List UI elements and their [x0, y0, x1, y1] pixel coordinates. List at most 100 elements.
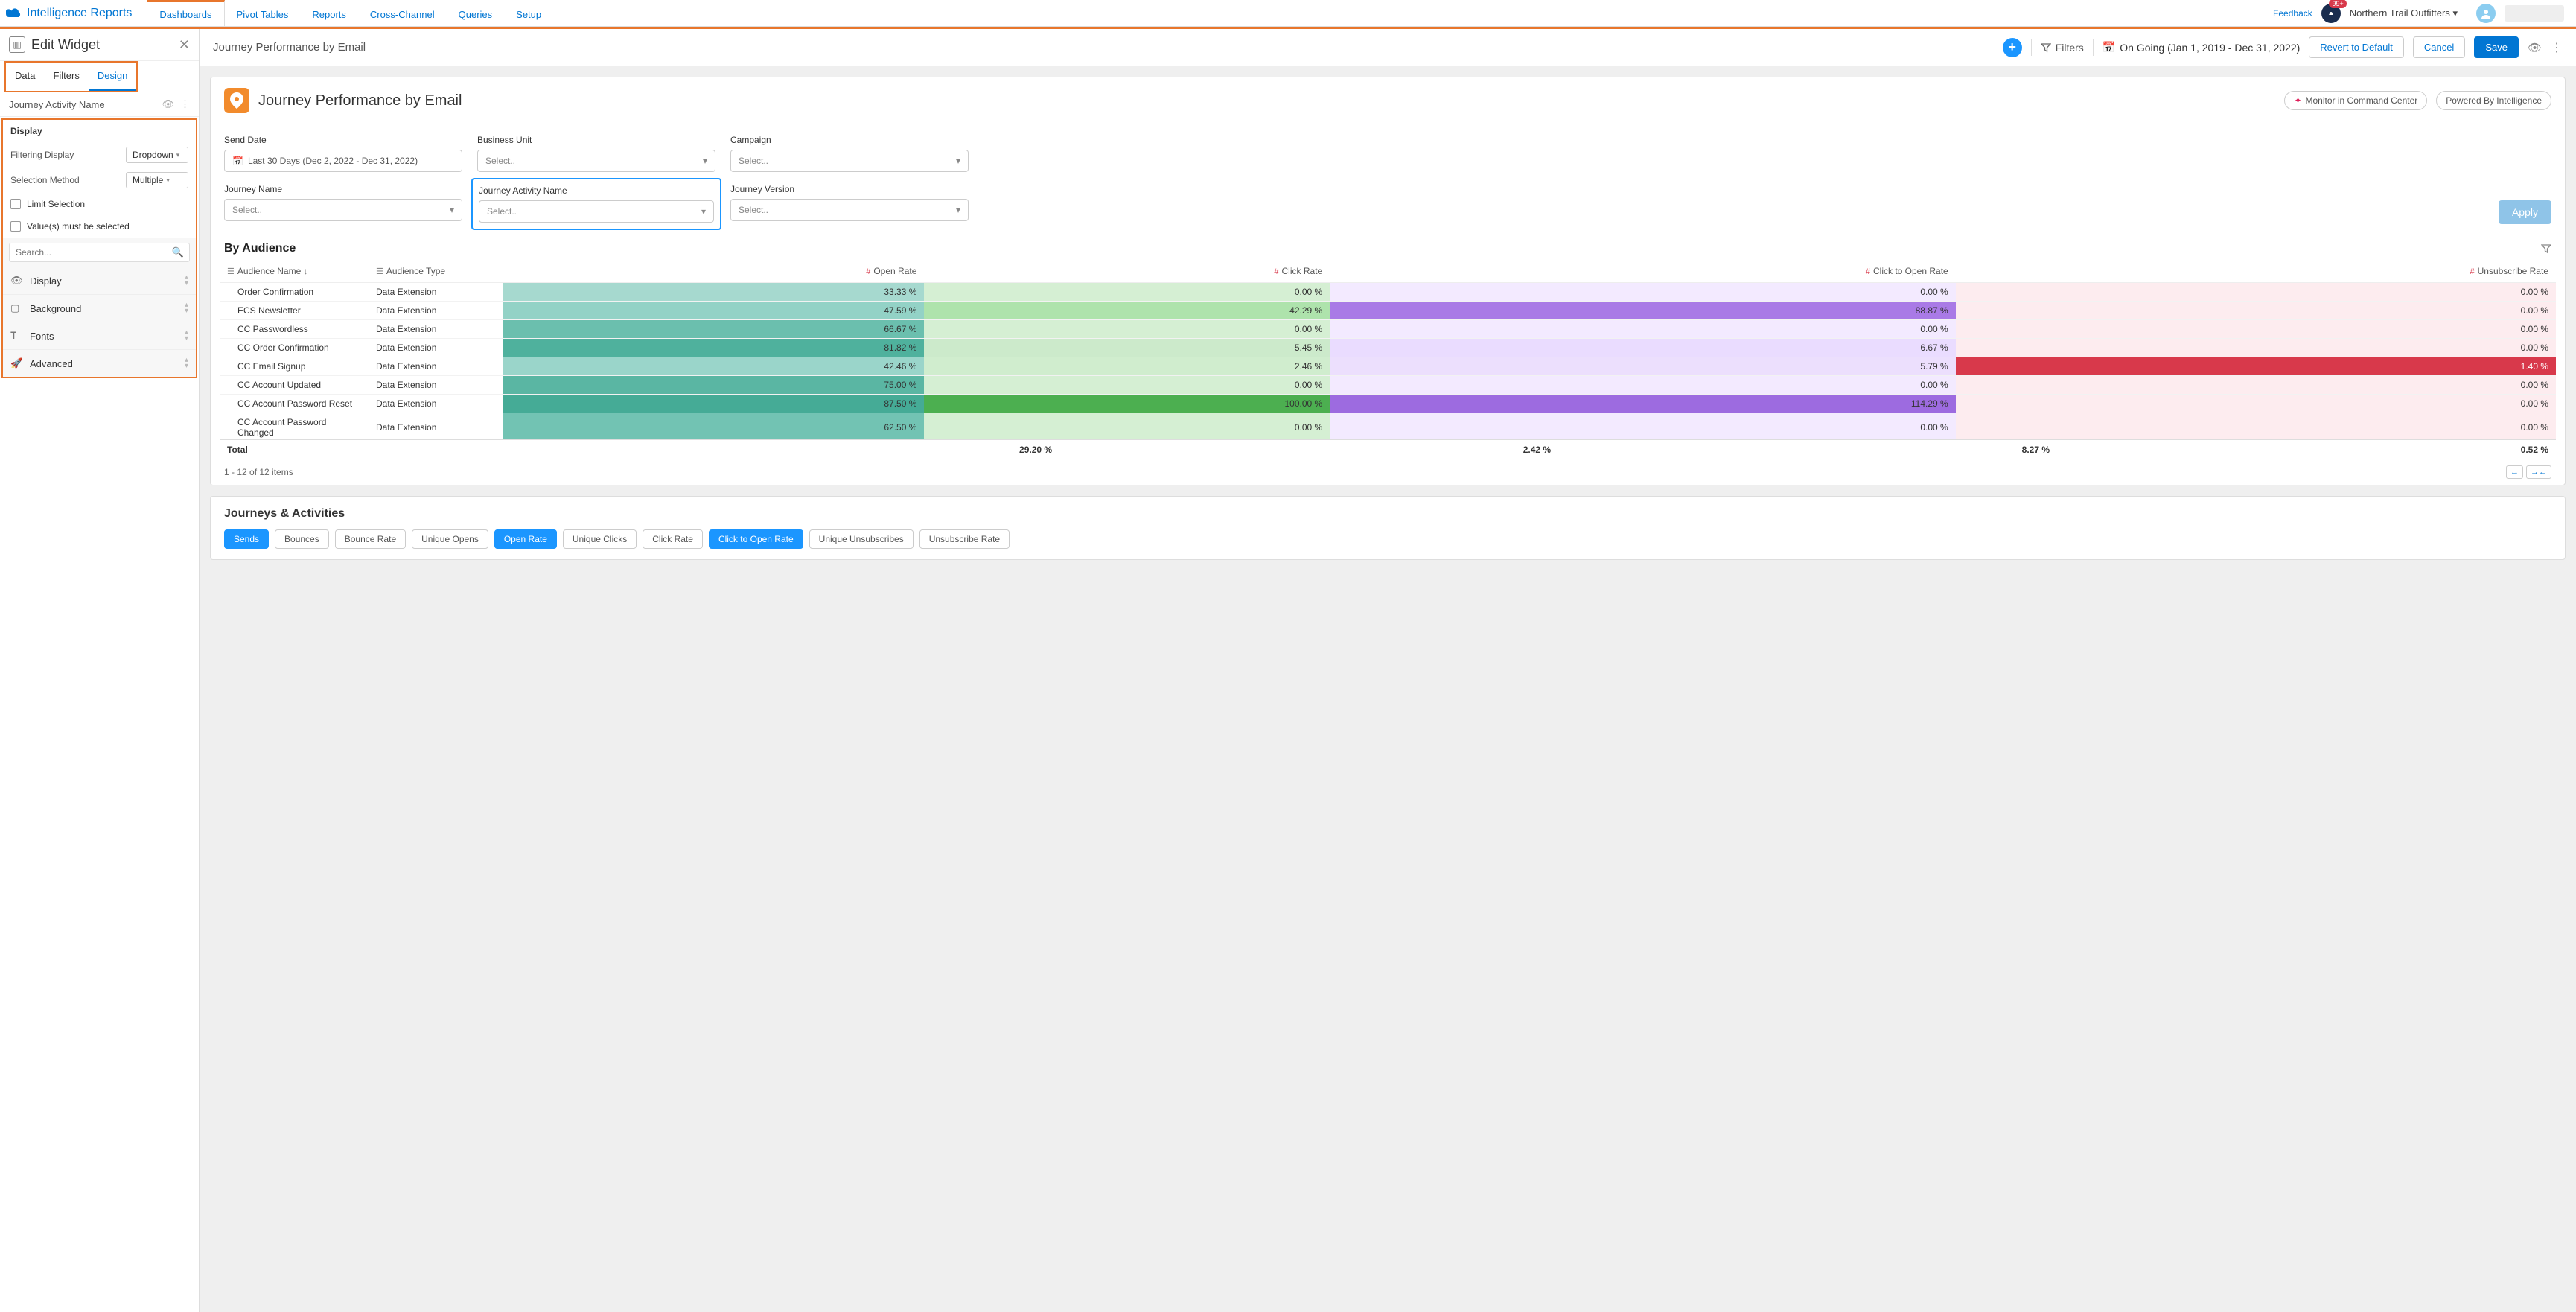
- table-row[interactable]: CC Account Updated Data Extension 75.00 …: [220, 376, 2556, 395]
- journeys-card: Journeys & Activities Sends Bounces Bounce…: [210, 496, 2566, 560]
- col-click-rate[interactable]: #Click Rate: [924, 260, 1330, 283]
- org-name[interactable]: Northern Trail Outfitters ▾: [2350, 7, 2458, 19]
- journey-version-select[interactable]: Select..▾: [730, 199, 969, 221]
- more-icon[interactable]: ⋮: [180, 98, 190, 110]
- table-row[interactable]: CC Passwordless Data Extension 66.67 % 0…: [220, 320, 2556, 339]
- col-cto-rate[interactable]: #Click to Open Rate: [1330, 260, 1956, 283]
- col-unsub-rate[interactable]: #Unsubscribe Rate: [1956, 260, 2556, 283]
- date-range[interactable]: 📅 On Going (Jan 1, 2019 - Dec 31, 2022): [2102, 41, 2300, 54]
- notification-icon[interactable]: 99+: [2321, 4, 2341, 23]
- table-row[interactable]: CC Account Password Reset Data Extension…: [220, 395, 2556, 413]
- pill-unique-opens[interactable]: Unique Opens: [412, 529, 488, 549]
- filter-business-unit: Business Unit Select..▾: [477, 135, 715, 172]
- apply-button[interactable]: Apply: [2499, 200, 2551, 224]
- divider: [2093, 39, 2094, 56]
- top-tab-pivot-tables[interactable]: Pivot Tables: [225, 0, 301, 26]
- close-icon[interactable]: ✕: [179, 37, 190, 53]
- preview-icon[interactable]: 👁: [2528, 41, 2542, 54]
- cell-open: 33.33 %: [503, 283, 924, 302]
- filtering-display-select[interactable]: Dropdown▾: [126, 147, 188, 163]
- selection-method-label: Selection Method: [10, 175, 126, 185]
- cell-cto: 5.79 %: [1330, 357, 1956, 376]
- cell-unsub: 0.00 %: [1956, 283, 2556, 302]
- pill-bounces[interactable]: Bounces: [275, 529, 329, 549]
- cell-name: CC Order Confirmation: [220, 339, 369, 357]
- selection-method-select[interactable]: Multiple▾: [126, 172, 188, 188]
- business-unit-select[interactable]: Select..▾: [477, 150, 715, 172]
- tab-design[interactable]: Design: [89, 63, 136, 91]
- col-audience-type[interactable]: ☰Audience Type: [369, 260, 503, 283]
- pill-click-rate[interactable]: Click Rate: [643, 529, 703, 549]
- background-icon: ▢: [10, 302, 22, 314]
- search-placeholder-box[interactable]: [2505, 5, 2564, 22]
- top-tab-queries[interactable]: Queries: [447, 0, 505, 26]
- filter-journey-version: Journey Version Select..▾: [730, 184, 969, 224]
- tab-data[interactable]: Data: [6, 63, 44, 91]
- top-tab-reports[interactable]: Reports: [300, 0, 358, 26]
- send-date-input[interactable]: 📅Last 30 Days (Dec 2, 2022 - Dec 31, 202…: [224, 150, 462, 172]
- journeys-title: Journeys & Activities: [224, 507, 2551, 520]
- cell-type: Data Extension: [369, 413, 503, 439]
- table-row[interactable]: CC Order Confirmation Data Extension 81.…: [220, 339, 2556, 357]
- expand-icon[interactable]: ↔: [2506, 465, 2523, 479]
- chevron-down-icon: ▾: [703, 156, 707, 166]
- pill-unique-unsubscribes[interactable]: Unique Unsubscribes: [809, 529, 914, 549]
- save-button[interactable]: Save: [2474, 36, 2519, 58]
- col-open-rate[interactable]: #Open Rate: [503, 260, 924, 283]
- funnel-icon[interactable]: [2541, 243, 2551, 254]
- add-button[interactable]: +: [2003, 38, 2022, 57]
- pill-unsubscribe-rate[interactable]: Unsubscribe Rate: [919, 529, 1010, 549]
- cancel-button[interactable]: Cancel: [2413, 36, 2465, 58]
- top-tabs: DashboardsPivot TablesReportsCross-Chann…: [147, 0, 2273, 26]
- group-fonts[interactable]: 𝐓Fonts▴▾: [3, 322, 196, 349]
- cell-click: 5.45 %: [924, 339, 1330, 357]
- group-advanced[interactable]: 🚀Advanced▴▾: [3, 349, 196, 377]
- table-row[interactable]: CC Email Signup Data Extension 42.46 % 2…: [220, 357, 2556, 376]
- pill-click-to-open-rate[interactable]: Click to Open Rate: [709, 529, 803, 549]
- col-audience-name[interactable]: ☰Audience Name ↓: [220, 260, 369, 283]
- limit-selection-row[interactable]: Limit Selection: [3, 193, 196, 215]
- group-background[interactable]: ▢Background▴▾: [3, 294, 196, 322]
- tab-filters[interactable]: Filters: [44, 63, 88, 91]
- campaign-select[interactable]: Select..▾: [730, 150, 969, 172]
- display-icon: 👁: [10, 275, 22, 287]
- sidebar-header: ▥ Edit Widget ✕: [0, 29, 199, 61]
- cell-name: CC Account Password Reset: [220, 395, 369, 413]
- values-required-row[interactable]: Value(s) must be selected: [3, 215, 196, 238]
- revert-button[interactable]: Revert to Default: [2309, 36, 2404, 58]
- powered-button[interactable]: Powered By Intelligence: [2436, 91, 2551, 110]
- visibility-icon[interactable]: 👁: [162, 98, 174, 110]
- top-tab-cross-channel[interactable]: Cross-Channel: [358, 0, 447, 26]
- table-row[interactable]: Order Confirmation Data Extension 33.33 …: [220, 283, 2556, 302]
- journey-activity-select[interactable]: Select..▾: [479, 200, 714, 223]
- search-input[interactable]: [9, 243, 190, 262]
- collapse-icon[interactable]: →←: [2526, 465, 2551, 479]
- top-tab-setup[interactable]: Setup: [504, 0, 553, 26]
- sort-icon: ▴▾: [185, 357, 188, 369]
- top-right: Feedback 99+ Northern Trail Outfitters ▾: [2273, 4, 2570, 23]
- card-title: Journey Performance by Email: [258, 92, 2275, 109]
- pill-unique-clicks[interactable]: Unique Clicks: [563, 529, 637, 549]
- page-title: Journey Performance by Email: [213, 41, 366, 54]
- cell-name: Order Confirmation: [220, 283, 369, 302]
- feedback-link[interactable]: Feedback: [2273, 8, 2312, 19]
- table-row[interactable]: CC Account Password Changed Data Extensi…: [220, 413, 2556, 439]
- monitor-button[interactable]: ✦Monitor in Command Center: [2284, 91, 2427, 110]
- table-row[interactable]: ECS Newsletter Data Extension 47.59 % 42…: [220, 302, 2556, 320]
- pill-bounce-rate[interactable]: Bounce Rate: [335, 529, 406, 549]
- avatar[interactable]: [2476, 4, 2496, 23]
- cell-type: Data Extension: [369, 376, 503, 395]
- group-display[interactable]: 👁Display▴▾: [3, 267, 196, 294]
- pill-sends[interactable]: Sends: [224, 529, 269, 549]
- chevron-down-icon: ▾: [701, 206, 706, 217]
- pill-open-rate[interactable]: Open Rate: [494, 529, 557, 549]
- top-tab-dashboards[interactable]: Dashboards: [147, 0, 224, 26]
- filters-button[interactable]: Filters: [2041, 42, 2084, 54]
- pagination-text: 1 - 12 of 12 items: [224, 467, 293, 477]
- cell-cto: 6.67 %: [1330, 339, 1956, 357]
- menu-icon[interactable]: ⋮: [2551, 40, 2563, 55]
- cell-type: Data Extension: [369, 395, 503, 413]
- journey-name-select[interactable]: Select..▾: [224, 199, 462, 221]
- toolbar: Journey Performance by Email + Filters 📅…: [200, 29, 2576, 66]
- table-scroll[interactable]: ☰Audience Name ↓ ☰Audience Type #Open Ra…: [220, 260, 2556, 439]
